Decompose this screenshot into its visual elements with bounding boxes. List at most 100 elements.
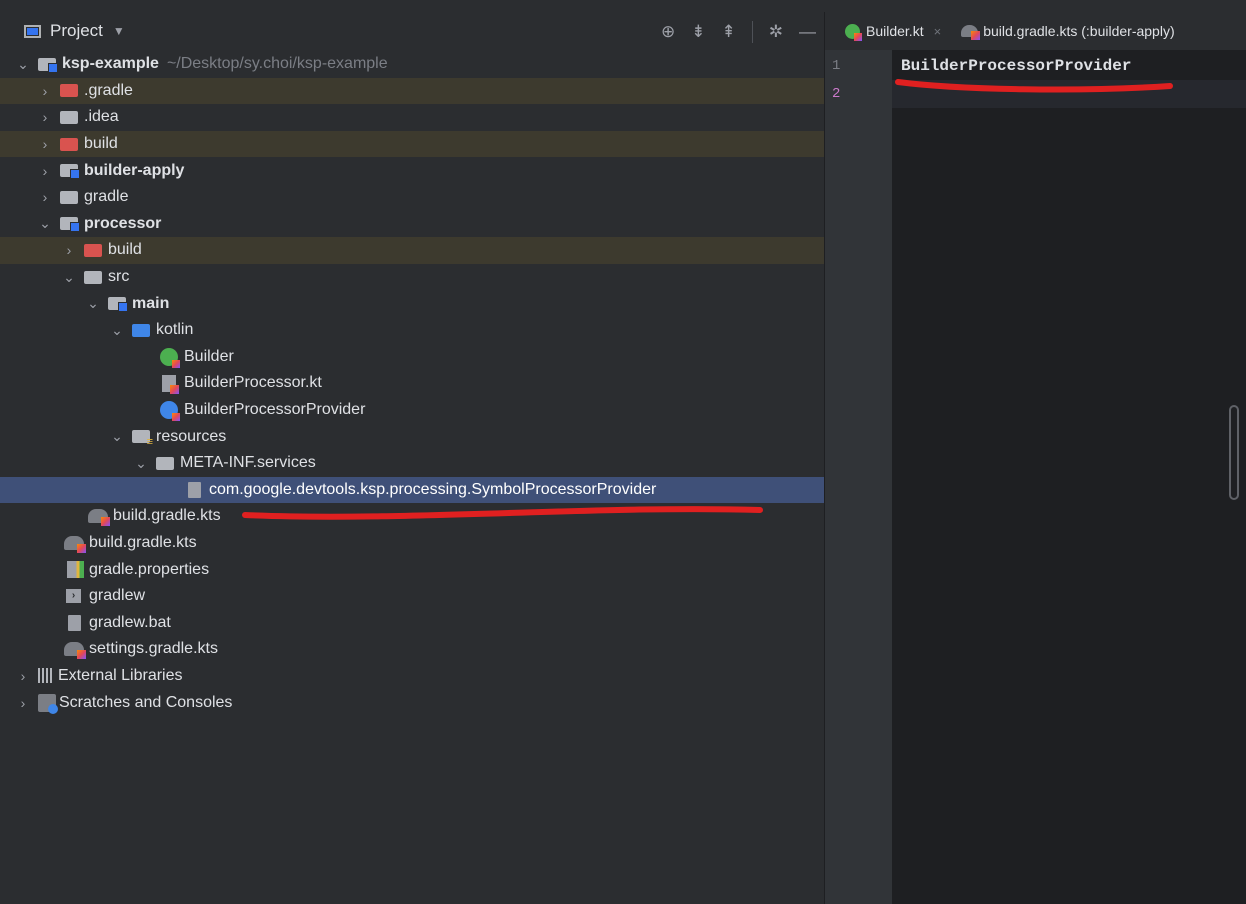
toolbar-divider (751, 21, 753, 43)
chevron-down-icon[interactable]: ⌄ (110, 322, 124, 339)
gear-icon[interactable]: ✲ (769, 22, 783, 42)
tree-item-label: build.gradle.kts (89, 533, 197, 551)
code-line[interactable]: BuilderProcessorProvider (892, 52, 1246, 80)
tree-item-label: build (108, 241, 142, 259)
tree-item-label: settings.gradle.kts (89, 640, 218, 658)
tree-item-label: Scratches and Consoles (59, 693, 233, 711)
tree-item-label: build (84, 135, 118, 153)
gradle-kts-icon (88, 509, 110, 527)
project-panel-toolbar: ⊕ ⇟ ⇞ ✲ — (661, 21, 816, 43)
tree-item-gradle[interactable]: › gradle (0, 184, 824, 211)
shell-script-icon: › (66, 589, 81, 604)
kotlin-annotation-icon (160, 347, 180, 368)
tree-item-kotlin[interactable]: ⌄ kotlin (0, 317, 824, 344)
editor-tab-bar: Builder.kt × build.gradle.kts (:builder-… (824, 12, 1246, 50)
module-folder-icon (38, 57, 58, 73)
project-panel-header: Project ▼ ⊕ ⇟ ⇞ ✲ — (0, 12, 824, 50)
tree-item-label: .idea (84, 108, 119, 126)
chevron-right-icon[interactable]: › (38, 83, 52, 99)
project-view-selector[interactable]: Project ▼ (24, 21, 125, 41)
project-tool-window: Project ▼ ⊕ ⇟ ⇞ ✲ — ⌄ ksp-example ~/Desk… (0, 12, 824, 904)
kotlin-file-icon (162, 374, 179, 394)
tree-item-label: .gradle (84, 81, 133, 99)
line-number-current: 2 (832, 86, 841, 102)
tree-item-builderprocessor[interactable]: BuilderProcessor.kt (0, 370, 824, 397)
tree-item-label: kotlin (156, 321, 194, 339)
module-folder-icon (60, 164, 80, 180)
tree-item-label: build.gradle.kts (113, 507, 221, 525)
tree-item-gradlew[interactable]: › gradlew (0, 583, 824, 610)
chevron-right-icon[interactable]: › (38, 189, 52, 205)
tree-item-gradle-cache[interactable]: › .gradle (0, 77, 824, 105)
tree-item-gradle-properties[interactable]: gradle.properties (0, 556, 824, 583)
chevron-down-icon[interactable]: ⌄ (134, 455, 148, 472)
excluded-folder-icon (60, 137, 78, 151)
tab-build-gradle-kts[interactable]: build.gradle.kts (:builder-apply) (961, 23, 1175, 40)
code-text: BuilderProcessorProvider (901, 57, 1132, 75)
source-root-icon (108, 297, 128, 313)
properties-file-icon (67, 561, 84, 579)
gradle-kts-icon (961, 25, 981, 40)
tree-item-builder-apply[interactable]: › builder-apply (0, 157, 824, 184)
tree-item-symbolprocessorprovider-file[interactable]: com.google.devtools.ksp.processing.Symbo… (0, 476, 824, 504)
folder-icon (156, 456, 174, 470)
tree-item-main[interactable]: ⌄ main (0, 290, 824, 317)
tree-item-label: External Libraries (58, 666, 183, 684)
tree-item-gradlew-bat[interactable]: gradlew.bat (0, 609, 824, 636)
hide-panel-icon[interactable]: — (799, 22, 816, 42)
chevron-right-icon[interactable]: › (38, 109, 52, 125)
collapse-all-icon[interactable]: ⇞ (722, 22, 736, 42)
project-panel-title: Project (50, 21, 103, 40)
chevron-down-icon[interactable]: ⌄ (16, 56, 30, 73)
tree-item-label: BuilderProcessorProvider (184, 401, 366, 419)
tree-item-builderprocessorprovider[interactable]: BuilderProcessorProvider (0, 397, 824, 424)
library-icon (38, 668, 53, 684)
resources-folder-icon (132, 430, 153, 448)
tab-builder-kt[interactable]: Builder.kt × (845, 23, 942, 41)
tree-item-processor-build[interactable]: › build (0, 237, 824, 264)
tree-item-label: Builder (184, 347, 234, 365)
tree-item-processor[interactable]: ⌄ processor (0, 211, 824, 238)
kotlin-class-icon (160, 401, 180, 422)
folder-icon (60, 190, 78, 204)
chevron-down-icon[interactable]: ⌄ (110, 428, 124, 445)
tree-item-ksp-example[interactable]: ⌄ ksp-example ~/Desktop/sy.choi/ksp-exam… (0, 51, 824, 78)
text-file-icon (188, 481, 201, 498)
project-path: ~/Desktop/sy.choi/ksp-example (166, 55, 388, 73)
tree-item-root-build-gradle[interactable]: build.gradle.kts (0, 530, 824, 557)
chevron-right-icon[interactable]: › (62, 242, 76, 258)
tree-item-processor-build-gradle[interactable]: build.gradle.kts (0, 503, 824, 530)
tree-item-label: src (108, 268, 130, 286)
chevron-down-icon[interactable]: ⌄ (86, 295, 100, 312)
tree-item-settings-gradle[interactable]: settings.gradle.kts (0, 636, 824, 663)
tree-item-external-libraries[interactable]: › External Libraries (0, 663, 824, 690)
tree-item-src[interactable]: ⌄ src (0, 264, 824, 291)
chevron-down-icon[interactable]: ⌄ (38, 215, 52, 232)
tree-item-resources[interactable]: ⌄ resources (0, 423, 824, 450)
tree-item-label: com.google.devtools.ksp.processing.Symbo… (209, 480, 657, 498)
folder-icon (60, 110, 78, 124)
tree-item-label: builder-apply (84, 161, 185, 179)
tree-item-build[interactable]: › build (0, 130, 824, 158)
module-folder-icon (60, 217, 80, 233)
tree-item-label: META-INF.services (180, 454, 316, 472)
expand-all-icon[interactable]: ⇟ (691, 22, 705, 42)
chevron-right-icon[interactable]: › (38, 163, 52, 179)
code-editor[interactable]: BuilderProcessorProvider (892, 50, 1246, 904)
close-icon[interactable]: × (934, 24, 942, 39)
line-number-gutter: 1 2 (824, 50, 893, 904)
chevron-down-icon[interactable]: ⌄ (62, 269, 76, 286)
project-window-icon (24, 24, 41, 38)
chevron-right-icon[interactable]: › (38, 136, 52, 152)
tree-item-meta-inf-services[interactable]: ⌄ META-INF.services (0, 450, 824, 477)
chevron-right-icon[interactable]: › (16, 668, 30, 684)
tree-item-idea[interactable]: › .idea (0, 104, 824, 131)
code-line-current[interactable] (892, 80, 1246, 108)
excluded-folder-icon (60, 84, 78, 98)
tree-item-builder[interactable]: Builder (0, 344, 824, 371)
tree-item-scratches[interactable]: › Scratches and Consoles (0, 689, 824, 716)
chevron-right-icon[interactable]: › (16, 695, 30, 711)
select-opened-file-icon[interactable]: ⊕ (661, 22, 675, 42)
editor-scrollbar[interactable] (1229, 405, 1239, 500)
tree-item-label: gradle.properties (89, 560, 210, 578)
